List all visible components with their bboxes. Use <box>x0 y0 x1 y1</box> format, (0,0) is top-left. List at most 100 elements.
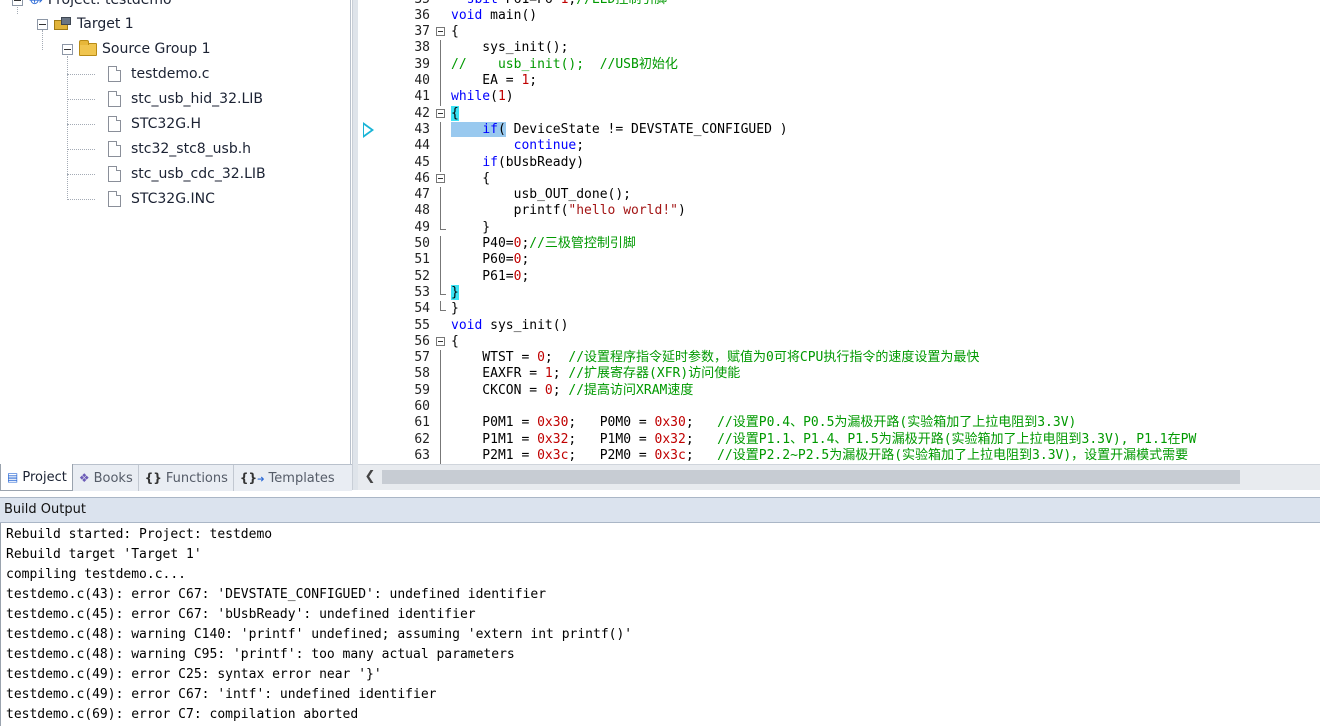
code-line[interactable]: 46 { <box>358 171 1320 187</box>
code-line[interactable]: 41 while(1) <box>358 89 1320 107</box>
tree-item-file[interactable]: testdemo.c <box>108 62 210 86</box>
code-line[interactable]: 48 printf("hello world!") <box>358 203 1320 221</box>
line-number: 46 <box>414 170 430 186</box>
tab-templates[interactable]: {}➜ Templates <box>234 465 340 491</box>
fold-guide <box>440 187 441 205</box>
code-line[interactable]: 51 P60=0; <box>358 252 1320 270</box>
line-number: 35 <box>380 0 430 8</box>
tree-item-label: Source Group 1 <box>102 41 211 57</box>
code-text: P0M1 = 0x30; P0M0 = 0x30; //设置P0.4、P0.5为… <box>451 415 1077 431</box>
code-text: printf("hello world!") <box>451 203 686 219</box>
code-line[interactable]: 49 } <box>358 219 1320 236</box>
fold-guide <box>440 284 446 295</box>
build-output-line[interactable]: Rebuild target 'Target 1' <box>6 545 202 565</box>
tab-label: Project <box>22 469 67 485</box>
code-line[interactable]: 45 if(bUsbReady) <box>358 154 1320 172</box>
tree-item-file[interactable]: stc_usb_cdc_32.LIB <box>108 162 266 186</box>
code-line[interactable]: 57 WTST = 0; //设置程序指令延时参数，赋值为0可将CPU执行指令的… <box>358 350 1320 368</box>
line-number: 48 <box>414 203 430 219</box>
tab-books[interactable]: ❖ Books <box>73 465 139 491</box>
tree-connector <box>67 149 95 150</box>
line-number: 54 <box>414 301 430 317</box>
fold-guide <box>440 431 441 449</box>
code-line[interactable]: 44 continue; <box>358 138 1320 156</box>
code-text: { <box>451 24 459 40</box>
code-line[interactable]: 38 sys_init(); <box>358 40 1320 58</box>
line-number: 60 <box>414 399 430 414</box>
code-text: } <box>451 301 459 317</box>
build-output-line[interactable]: testdemo.c(49): error C67: 'intf': undef… <box>6 685 436 705</box>
tree-item-file[interactable]: stc32_stc8_usb.h <box>108 137 251 161</box>
tree-item-file[interactable]: STC32G.H <box>108 112 201 136</box>
line-number: 53 <box>414 284 430 300</box>
fold-collapse-icon[interactable] <box>436 27 445 37</box>
line-number: 50 <box>414 236 430 251</box>
collapse-icon[interactable] <box>12 0 23 6</box>
scroll-left-icon[interactable]: ❮ <box>362 469 378 485</box>
collapse-icon[interactable] <box>37 18 48 30</box>
code-editor[interactable]: 35 sbit P61=P6^1;//LED控制引脚36void main()3… <box>358 0 1320 464</box>
build-output-line[interactable]: testdemo.c(69): error C7: compilation ab… <box>6 705 358 725</box>
code-text: WTST = 0; //设置程序指令延时参数，赋值为0可将CPU执行指令的速度设… <box>451 350 980 366</box>
fold-guide <box>440 138 441 156</box>
build-output-window[interactable]: Rebuild started: Project: testdemo Rebuil… <box>0 523 1319 726</box>
tab-project[interactable]: ▤ Project <box>0 464 73 491</box>
line-number: 38 <box>414 40 430 56</box>
tree-item-project[interactable]: ⟴ Project: testdemo <box>12 0 172 12</box>
scrollbar-thumb[interactable] <box>382 470 1240 484</box>
collapse-icon[interactable] <box>62 43 73 55</box>
file-icon <box>108 66 121 82</box>
tab-functions[interactable]: {} Functions <box>139 465 234 491</box>
line-number: 59 <box>414 382 430 398</box>
code-line[interactable]: 56 { <box>358 334 1320 350</box>
tree-item-file[interactable]: stc_usb_hid_32.LIB <box>108 87 263 111</box>
code-line[interactable]: 35 sbit P61=P6^1;//LED控制引脚 <box>358 0 1320 8</box>
code-line[interactable]: 60 <box>358 399 1320 416</box>
code-text: // usb_init(); //USB初始化 <box>451 56 678 72</box>
code-line[interactable]: 39 // usb_init(); //USB初始化 <box>358 56 1320 74</box>
build-output-line[interactable]: testdemo.c(45): error C67: 'bUsbReady': … <box>6 605 476 625</box>
line-number: 61 <box>414 415 430 431</box>
fold-collapse-icon[interactable] <box>436 173 445 183</box>
code-text: void sys_init() <box>451 317 569 333</box>
code-line[interactable]: 54} <box>358 301 1320 317</box>
line-number: 51 <box>414 252 430 268</box>
tab-label: Templates <box>268 470 335 486</box>
build-output-line[interactable]: Rebuild started: Project: testdemo <box>6 525 272 545</box>
code-text: P61=0; <box>451 268 530 284</box>
code-line[interactable]: 42 { <box>358 105 1320 122</box>
line-number: 36 <box>414 7 430 23</box>
code-line[interactable]: 62 P1M1 = 0x32; P1M0 = 0x32; //设置P1.1、P1… <box>358 431 1320 449</box>
fold-guide <box>440 268 441 286</box>
code-line[interactable]: 53} <box>358 284 1320 301</box>
tree-item-label: Target 1 <box>77 16 134 32</box>
code-line[interactable]: 37 { <box>358 24 1320 40</box>
build-output-line[interactable]: testdemo.c(43): error C67: 'DEVSTATE_CON… <box>6 585 546 605</box>
code-line[interactable]: 36 void main() <box>358 8 1320 24</box>
tree-item-source-group[interactable]: Source Group 1 <box>62 37 211 61</box>
fold-collapse-icon[interactable] <box>436 336 445 346</box>
tree-item-target[interactable]: Target 1 <box>37 12 134 36</box>
code-line[interactable]: 52 P61=0; <box>358 268 1320 286</box>
fold-collapse-icon[interactable] <box>436 108 445 118</box>
editor-horizontal-scrollbar[interactable]: ❮ <box>358 464 1320 490</box>
build-output-line[interactable]: compiling testdemo.c... <box>6 565 186 585</box>
line-number: 52 <box>414 268 430 284</box>
build-output-line[interactable]: testdemo.c(48): warning C95: 'printf': t… <box>6 645 515 665</box>
code-line[interactable]: 63 P2M1 = 0x3c; P2M0 = 0x3c; //设置P2.2~P2… <box>358 447 1320 464</box>
code-line[interactable]: 59 CKCON = 0; //提高访问XRAM速度 <box>358 382 1320 400</box>
code-line[interactable]: 50 P40=0;//三极管控制引脚 <box>358 236 1320 253</box>
tree-item-file[interactable]: STC32G.INC <box>108 187 215 211</box>
code-line[interactable]: 47 usb_OUT_done(); <box>358 187 1320 205</box>
tree-connector <box>67 74 95 75</box>
fold-guide <box>440 236 441 253</box>
build-output-line[interactable]: testdemo.c(48): warning C140: 'printf' u… <box>6 625 632 645</box>
build-output-line[interactable]: testdemo.c(49): error C25: syntax error … <box>6 665 382 685</box>
fold-guide <box>440 252 441 270</box>
code-line[interactable]: 40 EA = 1; <box>358 73 1320 90</box>
code-text: if(bUsbReady) <box>482 154 585 170</box>
code-line[interactable]: 58 EAXFR = 1; //扩展寄存器(XFR)访问使能 <box>358 366 1320 384</box>
code-line[interactable]: 55 void sys_init() <box>358 318 1320 334</box>
code-line[interactable]: 43 if( DeviceState != DEVSTATE_CONFIGUED… <box>358 121 1320 139</box>
code-line[interactable]: 61 P0M1 = 0x30; P0M0 = 0x30; //设置P0.4、P0… <box>358 415 1320 433</box>
